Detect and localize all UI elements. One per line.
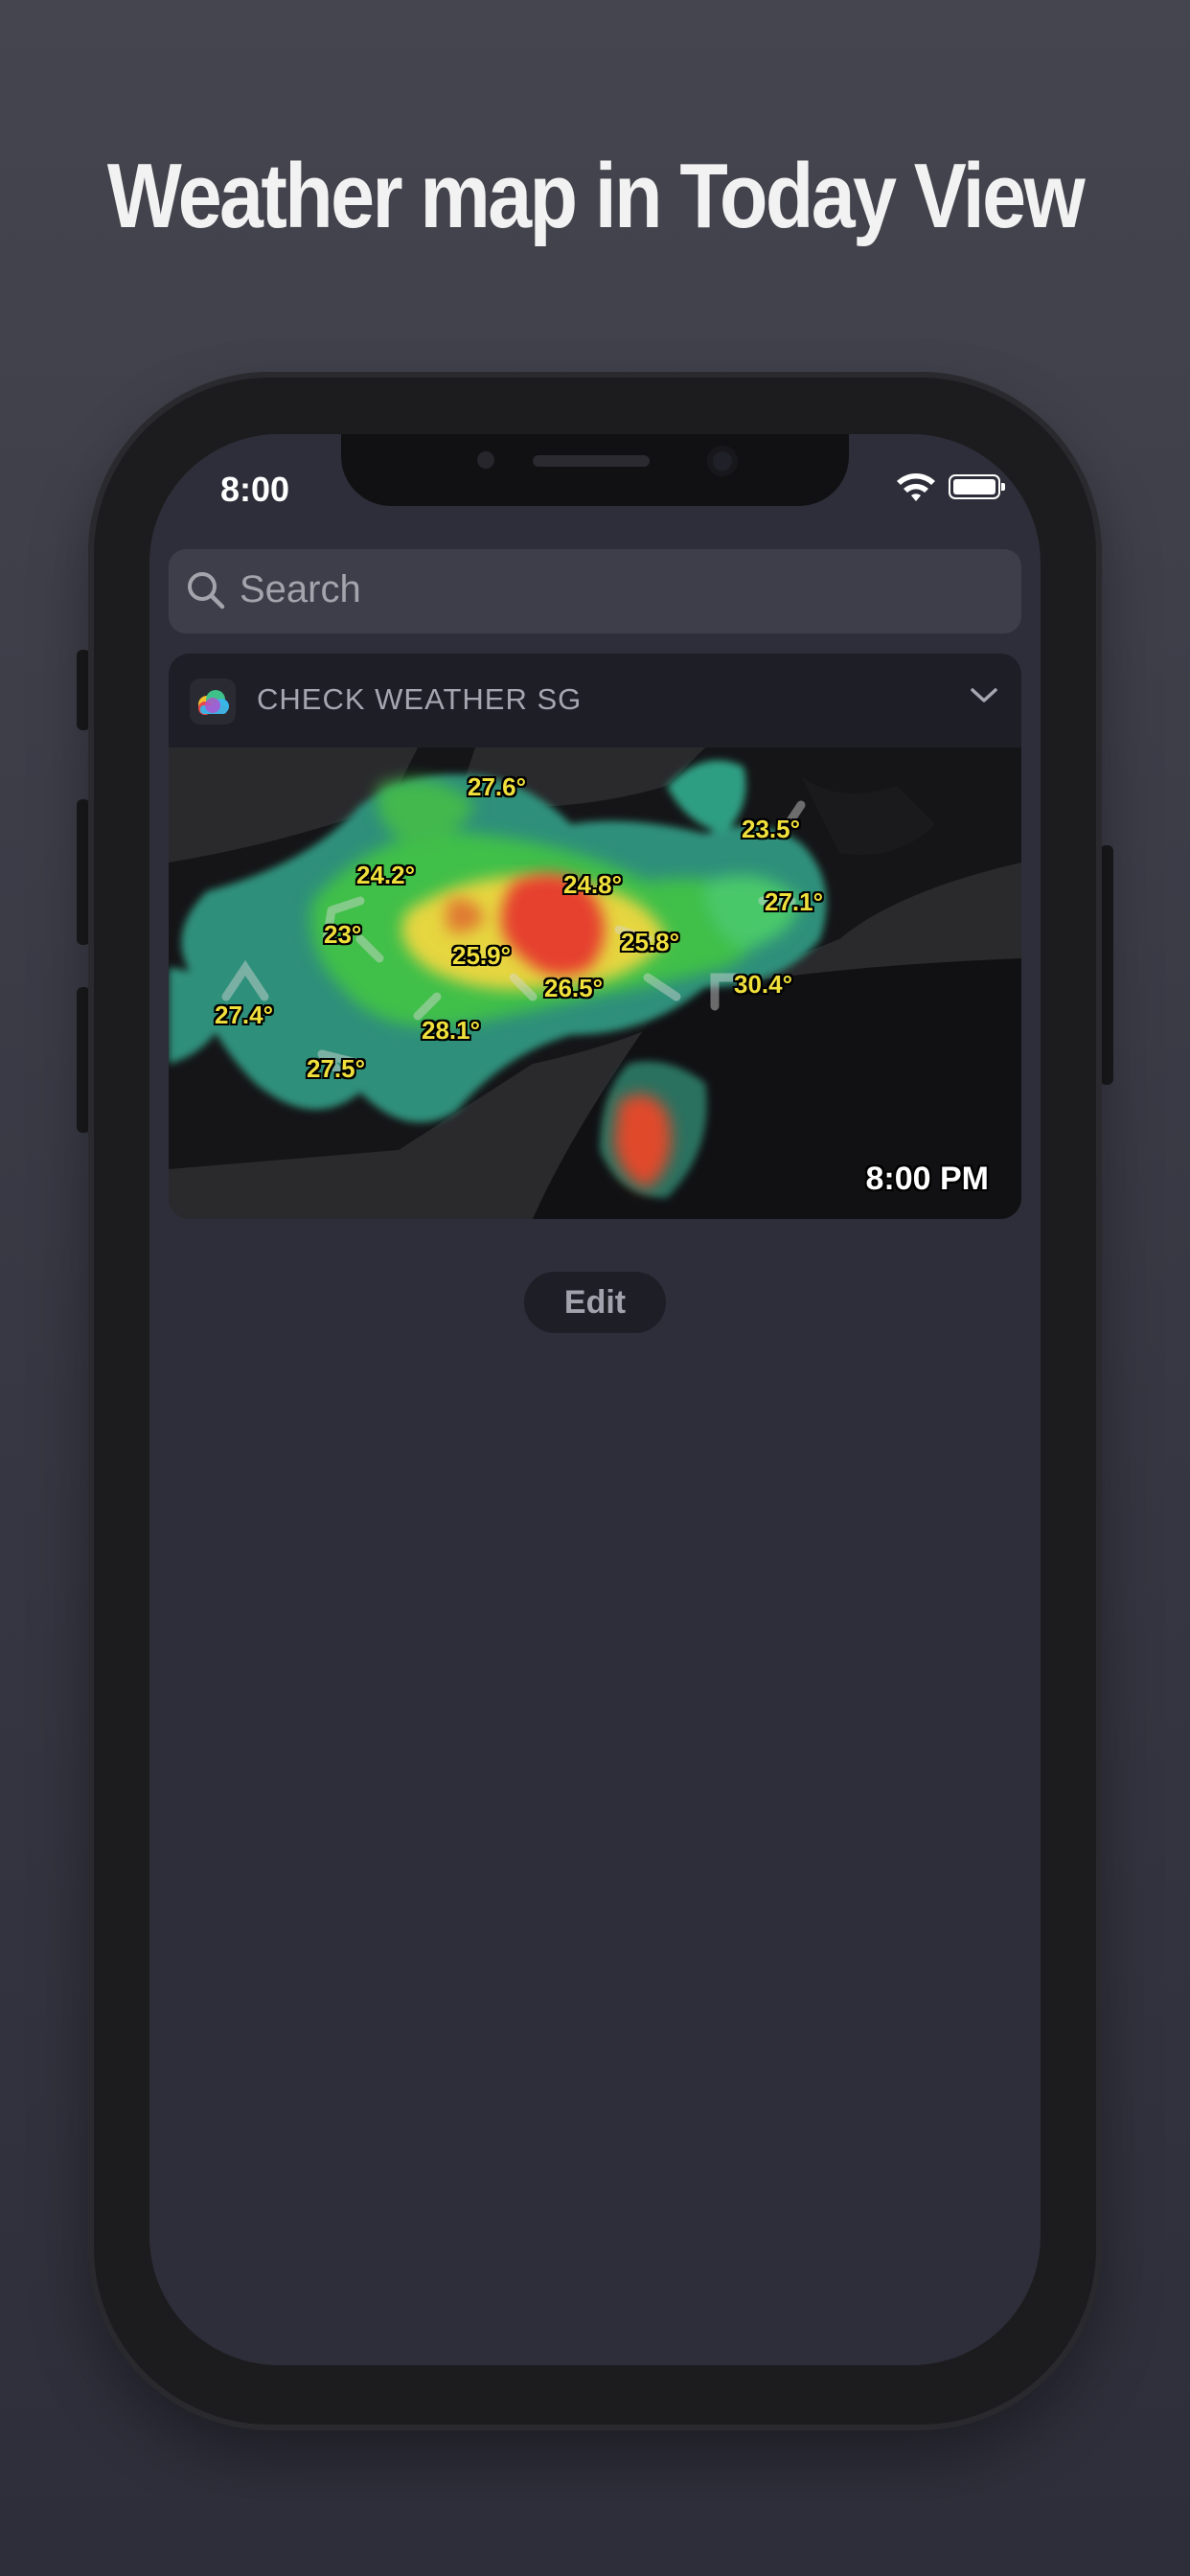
weather-widget[interactable]: CHECK WEATHER SG 27.6° 23.5° 24.2° 24.8°… bbox=[169, 654, 1021, 1219]
map-temperature-label: 27.5° bbox=[307, 1054, 366, 1083]
map-temperature-label: 30.4° bbox=[734, 970, 793, 999]
notch bbox=[341, 434, 849, 506]
phone-power-button bbox=[1100, 845, 1113, 1085]
search-bar[interactable]: Search bbox=[169, 549, 1021, 633]
phone-screen: 8:00 Search CHECK WEATHER SG 27.6° 23.5°… bbox=[149, 434, 1041, 2365]
proximity-sensor bbox=[477, 451, 494, 469]
weather-radar-map[interactable]: 27.6° 23.5° 24.2° 24.8° 27.1° 23° 25.9° … bbox=[169, 748, 1021, 1219]
search-placeholder: Search bbox=[240, 568, 361, 610]
map-temperature-label: 26.5° bbox=[544, 974, 604, 1002]
map-temperature-label: 27.6° bbox=[468, 772, 527, 801]
map-temperature-label: 24.2° bbox=[356, 861, 416, 889]
search-icon bbox=[188, 572, 225, 610]
status-time: 8:00 bbox=[220, 470, 290, 509]
map-temperature-label: 23.5° bbox=[742, 815, 801, 843]
widget-app-name: CHECK WEATHER SG bbox=[257, 682, 583, 716]
front-camera bbox=[707, 446, 738, 476]
wifi-icon bbox=[897, 473, 935, 501]
map-temperature-label: 23° bbox=[324, 920, 362, 949]
battery-icon bbox=[949, 474, 1005, 499]
widget-header[interactable]: CHECK WEATHER SG bbox=[169, 654, 1021, 748]
map-temperature-label: 25.8° bbox=[621, 928, 680, 956]
map-temperature-label: 24.8° bbox=[563, 870, 623, 899]
map-temperature-label: 25.9° bbox=[452, 941, 512, 970]
chevron-down-icon[interactable] bbox=[970, 686, 998, 705]
map-temperature-label: 27.1° bbox=[765, 887, 824, 916]
earpiece-speaker bbox=[533, 455, 650, 467]
edit-button[interactable]: Edit bbox=[524, 1272, 666, 1333]
app-icon bbox=[190, 678, 236, 724]
map-temperature-label: 27.4° bbox=[215, 1000, 274, 1029]
headline: Weather map in Today View bbox=[106, 145, 1086, 247]
map-temperature-label: 28.1° bbox=[422, 1016, 481, 1045]
map-timestamp: 8:00 PM bbox=[865, 1161, 990, 1197]
